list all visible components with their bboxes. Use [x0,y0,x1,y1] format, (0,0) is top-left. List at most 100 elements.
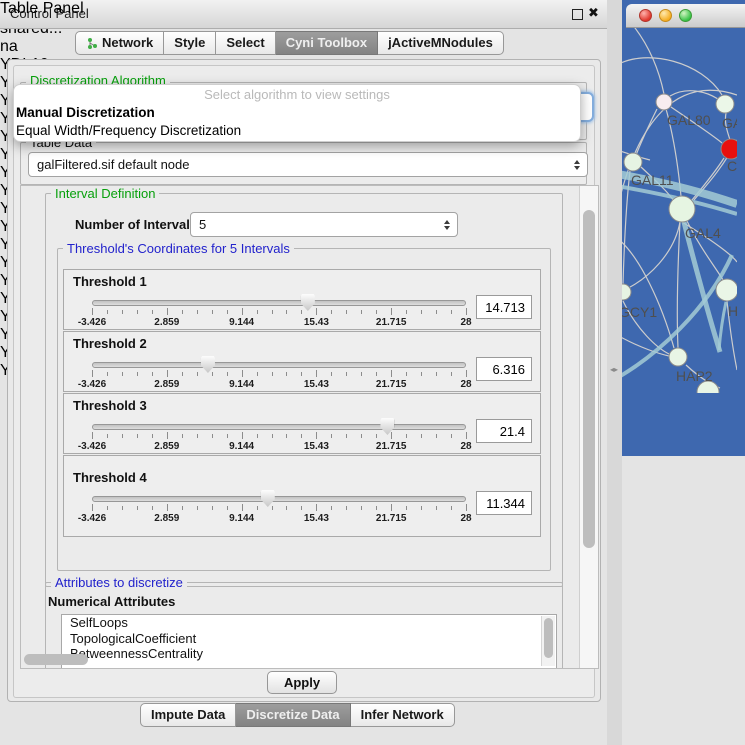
control-panel-tabs: Network Style Select Cyni Toolbox jActiveMNo… [75,31,504,55]
network-node-label: HAP2 [676,368,713,384]
tab-label: Discretize Data [246,707,339,722]
settings-vertical-scrollbar[interactable] [579,186,599,668]
table-panel-title: Table Panel [0,0,84,17]
minimize-traffic-light-icon[interactable] [659,9,672,22]
table-panel-titlebar: Table Panel [0,0,84,18]
thresholds-section-title: Threshold's Coordinates for 5 Intervals [63,242,294,255]
table-data-combobox[interactable]: galFiltered.sif default node [28,152,588,177]
slider-ticks [92,308,466,316]
network-node[interactable] [669,196,695,222]
threshold-label: Threshold 4 [73,470,532,485]
network-edge[interactable] [630,222,680,287]
threshold-slider[interactable]: -3.4262.8599.14415.4321.71528 [92,489,466,527]
network-node-label: GAL [722,115,737,131]
attributes-section-title: Attributes to discretize [51,576,187,589]
tab-select[interactable]: Select [216,31,275,55]
network-edge[interactable] [719,302,726,350]
settings-scrollpane: Interval Definition Number of Intervals … [20,185,599,669]
slider-tick-labels: -3.4262.8599.14415.4321.71528 [92,513,466,525]
tab-label: Impute Data [151,707,225,722]
threshold-panel: Threshold 2 -3.4262.8599.14415.4321.71528… [63,331,541,392]
network-canvas[interactable]: GAL80GALCGAL11GAL4GCY1HHAP2 [622,0,745,398]
zoom-traffic-light-icon[interactable] [679,9,692,22]
attribute-list-item[interactable]: SelfLoops [62,615,556,631]
interval-definition-title: Interval Definition [51,187,159,200]
network-node[interactable] [624,153,642,171]
cyni-mode-tabs: Impute Data Discretize Data Infer Network [140,703,455,727]
network-node[interactable] [669,348,687,366]
numerical-attributes-list[interactable]: SelfLoopsTopologicalCoefficientBetweenne… [61,614,557,669]
threshold-label: Threshold 3 [73,398,532,413]
slider-ticks [92,504,466,512]
network-edge[interactable] [622,58,722,95]
network-node-label: GCY1 [622,304,657,320]
threshold-label: Threshold 2 [73,336,532,351]
threshold-slider[interactable]: -3.4262.8599.14415.4321.71528 [92,293,466,331]
cytoscape-window: { "window": {"title": "Control Panel"}, … [0,0,745,745]
combo-stepper-icon [444,220,450,230]
control-panel-titlebar: Control Panel ✖ [0,0,607,29]
network-node[interactable] [622,284,631,300]
float-window-icon[interactable] [572,9,583,20]
network-node[interactable] [656,94,672,110]
network-node-label: GAL80 [667,112,711,128]
slider-track [92,496,466,502]
tab-network[interactable]: Network [75,31,164,55]
attribute-list-item[interactable]: BetweennessCentrality [62,646,556,662]
threshold-panel: Threshold 3 -3.4262.8599.14415.4321.71528… [63,393,541,454]
algorithm-placeholder: Select algorithm to view settings [14,85,580,104]
slider-ticks [92,370,466,378]
threshold-label: Threshold 1 [73,274,532,289]
network-node[interactable] [716,95,734,113]
apply-button[interactable]: Apply [267,671,337,694]
close-traffic-light-icon[interactable] [639,9,652,22]
algorithm-option[interactable]: Manual Discretization [14,104,580,122]
threshold-slider[interactable]: -3.4262.8599.14415.4321.71528 [92,417,466,455]
slider-track [92,300,466,306]
attribute-list-item[interactable]: TopologicalCoefficient [62,631,556,647]
tab-cyni-toolbox[interactable]: Cyni Toolbox [276,31,378,55]
network-window-titlebar [626,4,745,28]
algorithm-options: Manual DiscretizationEqual Width/Frequen… [14,104,580,140]
tab-infer-network[interactable]: Infer Network [351,703,455,727]
divider-grip-icon: ◂▸ [610,366,618,374]
tab-style[interactable]: Style [164,31,216,55]
close-icon[interactable]: ✖ [588,5,599,21]
threshold-panel: Threshold 4 -3.4262.8599.14415.4321.71528… [63,455,541,537]
tab-label: Cyni Toolbox [286,35,367,50]
network-view-window: GAL80GALCGAL11GAL4GCY1HHAP2 [622,0,745,456]
slider-ticks [92,432,466,440]
network-icon [86,37,98,49]
threshold-value-field[interactable]: 21.4 [476,419,532,443]
slider-tick-labels: -3.4262.8599.14415.4321.71528 [92,379,466,391]
tab-label: Select [226,35,264,50]
tab-discretize-data[interactable]: Discretize Data [236,703,350,727]
combo-stepper-icon [574,160,580,170]
network-node-label: GAL4 [685,225,721,241]
tab-label: Network [102,35,153,50]
tab-jactivemnodules[interactable]: jActiveMNodules [378,31,504,55]
network-edge[interactable] [627,18,664,94]
split-pane-divider[interactable]: ◂▸ [607,0,622,745]
network-node[interactable] [721,139,737,159]
threshold-slider[interactable]: -3.4262.8599.14415.4321.71528 [92,355,466,393]
threshold-value-field[interactable]: 14.713 [476,295,532,319]
tab-label: Style [174,35,205,50]
slider-tick-labels: -3.4262.8599.14415.4321.71528 [92,317,466,329]
network-node-label: C [727,158,737,174]
slider-track [92,362,466,368]
network-node[interactable] [716,279,737,301]
threshold-value-field[interactable]: 11.344 [476,491,532,515]
settings-horizontal-scrollbar[interactable] [24,654,88,665]
threshold-value-field[interactable]: 6.316 [476,357,532,381]
number-of-intervals-combobox[interactable]: 5 [190,212,458,237]
algorithm-option[interactable]: Equal Width/Frequency Discretization [14,122,580,140]
slider-track [92,424,466,430]
tab-label: jActiveMNodules [388,35,493,50]
table-data-value: galFiltered.sif default node [37,157,189,172]
numerical-attributes-label: Numerical Attributes [48,594,175,609]
number-of-intervals-label: Number of Intervals [75,217,197,232]
attributes-list-scrollbar[interactable] [541,616,555,666]
network-node-label: H [728,303,737,319]
tab-impute-data[interactable]: Impute Data [140,703,236,727]
